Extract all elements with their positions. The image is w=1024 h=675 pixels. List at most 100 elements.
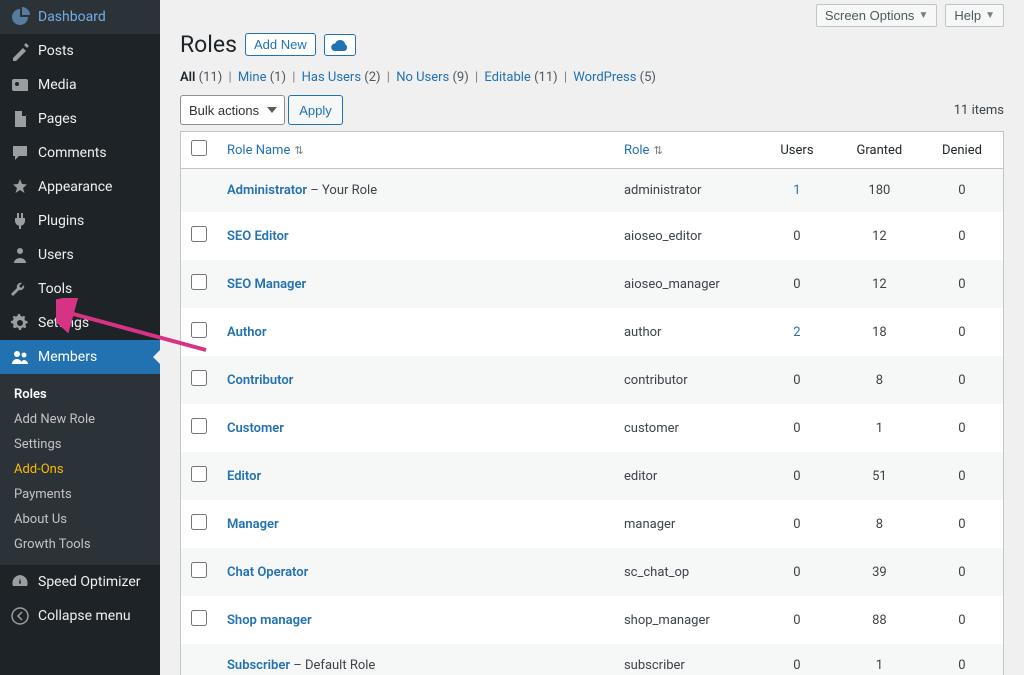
role-name-link[interactable]: SEO Editor (227, 229, 289, 244)
sidebar-item-label: Settings (38, 315, 89, 331)
apply-button[interactable]: Apply (288, 95, 343, 125)
sidebar-item-label: Media (38, 77, 77, 93)
role-name-link[interactable]: Contributor (227, 373, 293, 388)
sidebar-item-appearance[interactable]: Appearance (0, 170, 160, 204)
table-row: Authorauthor2180 (181, 308, 1004, 356)
add-new-button[interactable]: Add New (245, 33, 316, 56)
sidebar-item-pages[interactable]: Pages (0, 102, 160, 136)
denied-count: 0 (921, 500, 1004, 548)
sidebar-item-users[interactable]: Users (0, 238, 160, 272)
submenu-item-settings[interactable]: Settings (0, 432, 160, 457)
users-count: 0 (756, 260, 838, 308)
sidebar-item-comments[interactable]: Comments (0, 136, 160, 170)
filter-all[interactable]: All (180, 70, 195, 85)
filter-separator: | (286, 70, 302, 85)
denied-count: 0 (921, 596, 1004, 644)
sidebar-item-dashboard[interactable]: Dashboard (0, 0, 160, 34)
items-count: 11 items (954, 103, 1004, 118)
sidebar-item-media[interactable]: Media (0, 68, 160, 102)
filter-has-users[interactable]: Has Users (302, 70, 361, 85)
role-slug: manager (614, 500, 756, 548)
submenu-item-add-ons[interactable]: Add-Ons (0, 457, 160, 482)
role-suffix: – Default Role (290, 658, 375, 673)
row-checkbox[interactable] (191, 370, 207, 386)
screen-options-button[interactable]: Screen Options ▼ (816, 4, 938, 27)
filter-mine[interactable]: Mine (238, 70, 267, 85)
sidebar-item-plugins[interactable]: Plugins (0, 204, 160, 238)
table-row: Subscriber – Default Rolesubscriber010 (181, 644, 1004, 675)
submenu-item-about-us[interactable]: About Us (0, 507, 160, 532)
role-slug: aioseo_manager (614, 260, 756, 308)
role-name-link[interactable]: Manager (227, 517, 279, 532)
comments-icon (10, 143, 30, 163)
row-checkbox[interactable] (191, 322, 207, 338)
role-name-link[interactable]: SEO Manager (227, 277, 306, 292)
table-row: SEO Editoraioseo_editor0120 (181, 212, 1004, 260)
granted-count: 1 (838, 404, 921, 452)
users-icon (10, 245, 30, 265)
granted-count: 12 (838, 212, 921, 260)
submenu-item-payments[interactable]: Payments (0, 482, 160, 507)
screen-meta-links: Screen Options ▼ Help ▼ (180, 0, 1004, 27)
role-name-link[interactable]: Shop manager (227, 613, 312, 628)
filter-wordpress[interactable]: WordPress (573, 70, 636, 85)
users-count: 0 (756, 356, 838, 404)
row-checkbox[interactable] (191, 610, 207, 626)
role-suffix: – Your Role (307, 183, 377, 198)
role-name-link[interactable]: Customer (227, 421, 284, 436)
granted-count: 8 (838, 500, 921, 548)
users-count-link[interactable]: 1 (793, 183, 800, 198)
select-all-checkbox[interactable] (191, 140, 207, 156)
granted-count: 51 (838, 452, 921, 500)
row-checkbox[interactable] (191, 514, 207, 530)
granted-count: 8 (838, 356, 921, 404)
sidebar-item-label: Plugins (38, 213, 84, 229)
role-slug: sc_chat_op (614, 548, 756, 596)
role-slug: subscriber (614, 644, 756, 675)
row-checkbox[interactable] (191, 466, 207, 482)
sidebar-item-label: Posts (38, 43, 74, 59)
role-name-link[interactable]: Editor (227, 469, 261, 484)
granted-count: 1 (838, 644, 921, 675)
table-row: Contributorcontributor080 (181, 356, 1004, 404)
row-checkbox[interactable] (191, 562, 207, 578)
role-name-link[interactable]: Subscriber (227, 658, 290, 673)
col-header-role[interactable]: Role⇅ (614, 132, 756, 169)
sidebar-item-collapse-menu[interactable]: Collapse menu (0, 599, 160, 633)
filter-no-users[interactable]: No Users (396, 70, 449, 85)
filter-count: (9) (449, 70, 469, 85)
table-row: Managermanager080 (181, 500, 1004, 548)
row-checkbox[interactable] (191, 226, 207, 242)
submenu-item-growth-tools[interactable]: Growth Tools (0, 532, 160, 557)
denied-count: 0 (921, 169, 1004, 213)
sidebar-item-settings[interactable]: Settings (0, 306, 160, 340)
denied-count: 0 (921, 452, 1004, 500)
col-header-role-name[interactable]: Role Name⇅ (217, 132, 614, 169)
table-row: Administrator – Your Roleadministrator11… (181, 169, 1004, 213)
role-name-link[interactable]: Chat Operator (227, 565, 308, 580)
cloud-button[interactable] (324, 34, 356, 56)
users-count-link[interactable]: 2 (793, 325, 800, 340)
row-checkbox[interactable] (191, 274, 207, 290)
filter-separator: | (558, 70, 574, 85)
tablenav-top: Bulk actions Apply 11 items (180, 95, 1004, 125)
role-name-link[interactable]: Administrator (227, 183, 307, 198)
sidebar-item-tools[interactable]: Tools (0, 272, 160, 306)
role-name-link[interactable]: Author (227, 325, 267, 340)
sidebar-item-speed-optimizer[interactable]: Speed Optimizer (0, 565, 160, 599)
submenu-item-add-new-role[interactable]: Add New Role (0, 407, 160, 432)
filter-separator: | (469, 70, 485, 85)
sidebar-item-members[interactable]: Members (0, 340, 160, 374)
denied-count: 0 (921, 356, 1004, 404)
filter-separator: | (222, 70, 238, 85)
help-button[interactable]: Help ▼ (945, 4, 1004, 27)
row-checkbox[interactable] (191, 418, 207, 434)
bulk-actions-select[interactable]: Bulk actions (180, 95, 285, 125)
table-row: Shop managershop_manager0880 (181, 596, 1004, 644)
sidebar-item-posts[interactable]: Posts (0, 34, 160, 68)
denied-count: 0 (921, 308, 1004, 356)
submenu-item-roles[interactable]: Roles (0, 382, 160, 407)
filter-editable[interactable]: Editable (484, 70, 530, 85)
filter-count: (5) (636, 70, 656, 85)
filter-links: All (11) | Mine (1) | Has Users (2) | No… (180, 70, 1004, 85)
